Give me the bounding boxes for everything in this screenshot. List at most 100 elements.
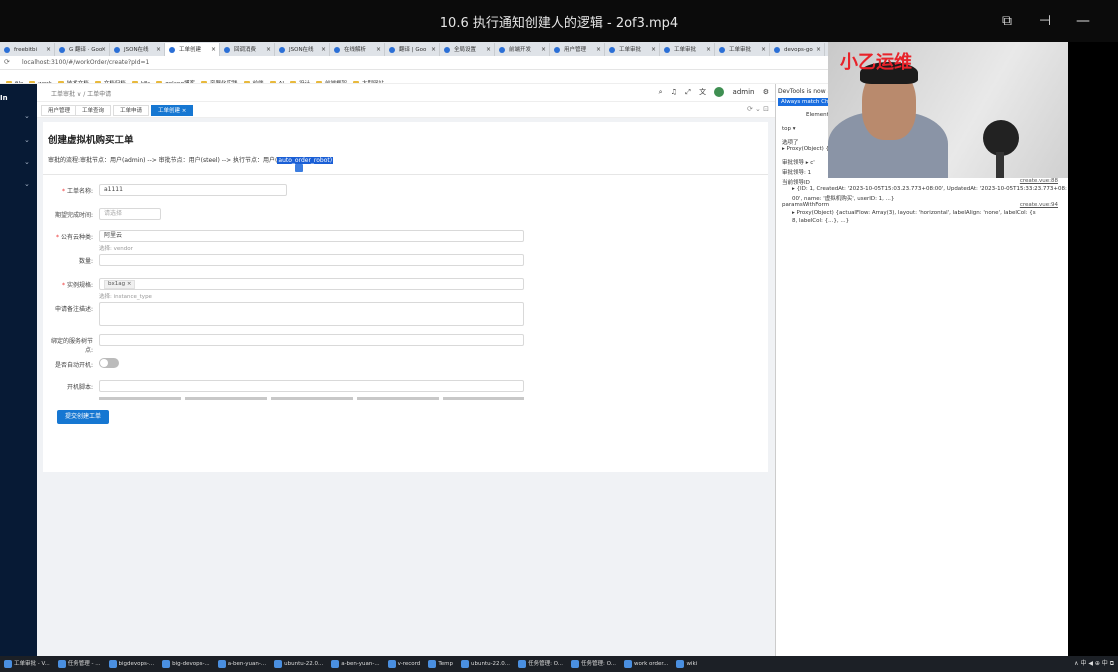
provider-select[interactable]: 阿里云 [99,230,524,242]
translate-popup-icon[interactable] [295,164,303,172]
close-icon[interactable]: × [431,43,436,56]
taskbar-item[interactable]: big-devops-... [158,656,214,672]
taskbar-item[interactable]: wiki [672,656,701,672]
chevron-down-icon[interactable]: ⌄ [24,180,30,188]
pin-icon[interactable]: ⊣ [1036,12,1054,30]
bookmark-item[interactable]: 设计 [289,77,310,83]
close-icon[interactable]: × [596,43,601,56]
close-icon[interactable]: × [761,43,766,56]
chevron-down-icon[interactable]: ⌄ [24,158,30,166]
fullscreen-icon[interactable]: ⤢ [685,88,691,96]
script-field[interactable] [99,380,524,392]
close-icon[interactable]: × [816,43,821,56]
browser-tab[interactable]: 翻译 | Goo × [385,43,440,56]
bookmark-item[interactable]: k8s [131,77,150,83]
browser-tab[interactable]: G 翻译 · Goo × [55,43,110,56]
reload-icon[interactable]: ⟳ [4,58,10,66]
browser-tab[interactable]: JSON在线 × [275,43,330,56]
console-source-link[interactable]: create.vue:88 [1020,178,1058,184]
avatar[interactable] [714,87,725,97]
bookmark-item[interactable]: 文档归档 [94,77,126,83]
close-icon[interactable]: × [156,43,161,56]
console-line: paramsWithForm [782,202,830,208]
browser-tab[interactable]: 工单审批 × [605,43,660,56]
tab-refresh-icon[interactable]: ⟳ ⌄ ⊡ [747,105,769,113]
browser-tab[interactable]: 前端开发 × [495,43,550,56]
gear-icon[interactable]: ⚙ [763,88,769,96]
taskbar-item[interactable]: bigdevops-... [105,656,159,672]
taskbar-item[interactable]: v-record [384,656,425,672]
bookmark-item[interactable]: 容器化实践 [201,77,238,83]
console-source-link[interactable]: create.vue:94 [1020,202,1058,208]
console-object[interactable]: ▸ Proxy(Object) {actualFlow: Array(3), l… [792,210,1036,216]
url-text[interactable]: localhost:3100/#/workOrder/create?pId=1 [22,58,149,68]
translate-icon[interactable]: 文 [699,88,706,96]
close-icon[interactable]: × [376,43,381,56]
desc-textarea[interactable] [99,302,524,326]
minimize-icon[interactable]: — [1074,12,1092,30]
search-icon[interactable]: ⌕ [659,88,663,96]
bind-field[interactable] [99,334,524,346]
browser-tab[interactable]: 回调消费 × [220,43,275,56]
count-field[interactable] [99,254,524,266]
close-icon[interactable]: × [541,43,546,56]
bell-icon[interactable]: ♫ [671,88,677,96]
tab-workorder-create[interactable]: 工单创建 × [151,105,194,116]
taskbar-item[interactable]: Temp [424,656,457,672]
expected-time-field[interactable]: 请选择 [99,208,161,220]
picture-in-picture-icon[interactable]: ⧉ [998,12,1016,30]
breadcrumb[interactable]: 工单审批 ∨ / 工单申请 [51,89,111,98]
taskbar-item[interactable]: work order... [620,656,672,672]
taskbar-item[interactable]: ubuntu-22.0... [270,656,327,672]
browser-tab[interactable]: 工单创建 × [165,43,220,56]
bookmark-item[interactable]: AI [269,77,284,83]
autostart-switch[interactable] [99,358,119,368]
close-icon[interactable]: × [651,43,656,56]
close-icon[interactable]: × [46,43,51,56]
close-icon[interactable]: × [211,43,216,56]
taskbar-item[interactable]: a-ben-yuan-... [327,656,383,672]
browser-tab[interactable]: 全局设置 × [440,43,495,56]
close-icon[interactable]: × [706,43,711,56]
taskbar-item[interactable]: 任务管理: O... [567,656,620,672]
chevron-down-icon[interactable]: ⌄ [24,136,30,144]
tab-user-management[interactable]: 用户管理 [41,105,78,116]
taskbar-item[interactable]: a-ben-yuan-... [214,656,270,672]
close-icon[interactable]: × [266,43,271,56]
bookmark-item[interactable]: golang博客 [156,77,195,83]
spec-tag[interactable]: bx1ag × [104,280,136,289]
browser-tab[interactable]: freebitbi × [0,43,55,56]
browser-tab[interactable]: 在线解析 × [330,43,385,56]
browser-tab[interactable]: JSON在线 × [110,43,165,56]
chevron-down-icon[interactable]: ⌄ [24,112,30,120]
browser-tab[interactable]: 用户管理 × [550,43,605,56]
close-icon[interactable]: × [101,43,106,56]
taskbar-item[interactable]: 任务管理: O... [514,656,567,672]
console-line: 当前领导ID [782,180,810,186]
username[interactable]: admin [733,88,755,96]
bookmark-item[interactable]: work [29,77,52,83]
bookmark-item[interactable]: 大型网站 [352,77,384,83]
bind-label: 绑定的服务树节点: [50,338,93,354]
console-object[interactable]: ▸ {ID: 1, CreatedAt: '2023-10-05T15:03.2… [792,186,1067,192]
taskbar-item[interactable]: 任务管理 - ... [54,656,105,672]
bookmark-item[interactable]: 前端 [243,77,264,83]
bookmark-item[interactable]: file [6,77,23,83]
bookmark-item[interactable]: 前端框架 [315,77,347,83]
devtools-filter[interactable]: top ▾ [782,126,796,132]
bookmark-item[interactable]: 技术文档 [57,77,89,83]
spec-select[interactable]: bx1ag × [99,278,524,290]
taskbar-item[interactable]: 工单审批 - V... [0,656,54,672]
tab-workorder-apply[interactable]: 工单申请 [113,105,150,116]
browser-tab[interactable]: devops-go × [770,43,825,56]
flow-highlight[interactable]: auto_order_robot) [277,157,334,164]
close-icon[interactable]: × [486,43,491,56]
tab-workorder-query[interactable]: 工单查询 [75,105,112,116]
browser-tab[interactable]: 工单审批 × [715,43,770,56]
close-icon[interactable]: × [321,43,326,56]
name-field[interactable]: a1111 [99,184,287,196]
browser-tab[interactable]: 工单审批 × [660,43,715,56]
submit-button[interactable]: 提交创建工单 [57,410,109,424]
system-tray[interactable]: ∧ 中 ◀ ⊕ 中 ⧉ [1074,656,1114,672]
taskbar-item[interactable]: ubuntu-22.0... [457,656,514,672]
